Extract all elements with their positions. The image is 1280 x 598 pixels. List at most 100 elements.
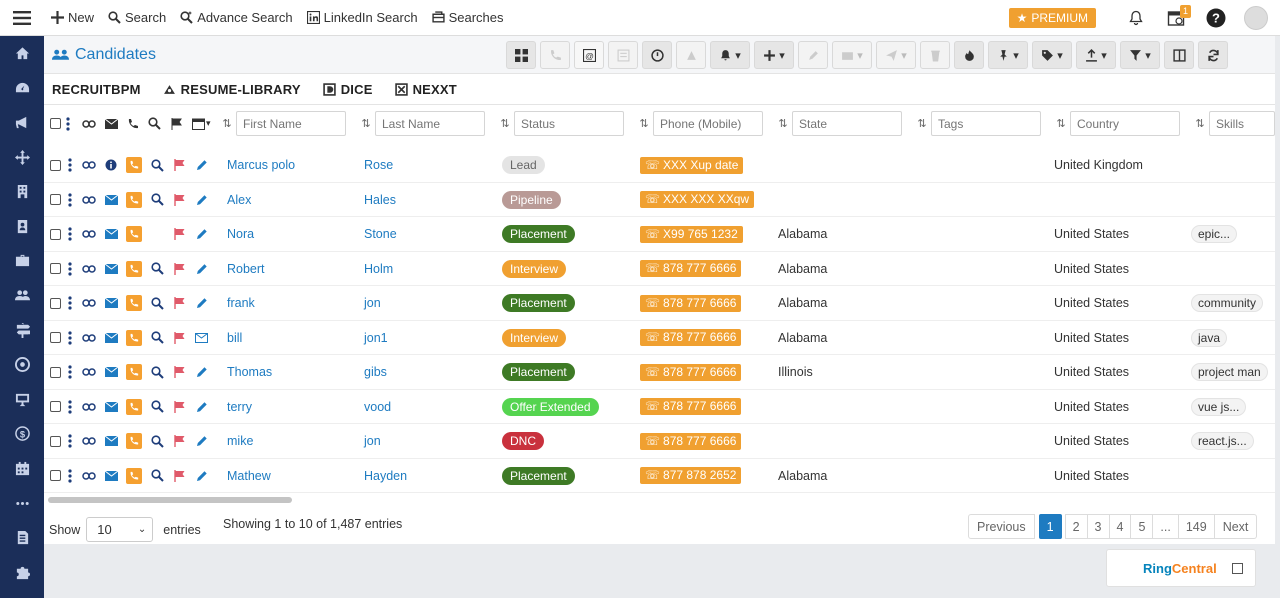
select-all-checkbox[interactable]	[50, 118, 61, 129]
email-icon[interactable]	[105, 390, 118, 425]
skills-filter[interactable]	[1209, 111, 1275, 136]
edit-pencil-icon[interactable]	[196, 183, 208, 218]
page-2[interactable]: 2	[1064, 514, 1088, 539]
flag-icon[interactable]	[174, 217, 186, 252]
phone-icon[interactable]	[126, 459, 142, 494]
row-menu-icon[interactable]	[68, 252, 72, 287]
premium-button[interactable]: ★ PREMIUM	[1008, 8, 1096, 28]
flag-icon[interactable]	[174, 355, 186, 390]
phone-number[interactable]: ☏ 877 878 2652	[640, 467, 742, 485]
last-name-link[interactable]: jon1	[364, 331, 388, 345]
tab-dice[interactable]: DICE	[322, 82, 373, 97]
edit-pencil-icon[interactable]	[196, 424, 208, 459]
building-icon[interactable]	[0, 174, 44, 209]
notifications-bell-icon[interactable]	[1116, 0, 1156, 36]
edit-pencil-icon[interactable]	[196, 390, 208, 425]
phone-icon[interactable]	[126, 148, 142, 183]
target-icon[interactable]	[0, 347, 44, 382]
phone-icon[interactable]	[126, 217, 142, 252]
tab-recruitbpm[interactable]: RECRUITBPM	[52, 82, 141, 97]
first-name-link[interactable]: Marcus polo	[227, 158, 295, 172]
tags-filter[interactable]	[931, 111, 1041, 136]
table-row[interactable]: Thomas gibs Placement ☏ 878 777 6666 Illinois…	[44, 355, 1275, 390]
linked-icon[interactable]	[82, 286, 96, 321]
table-row[interactable]: Marcus polo Rose Lead ☏ XXX Xup date United K…	[44, 148, 1275, 183]
flag-icon[interactable]	[174, 321, 186, 356]
email-icon[interactable]	[105, 459, 118, 494]
linked-icon[interactable]	[82, 355, 96, 390]
row-menu-icon[interactable]	[68, 459, 72, 494]
search-icon[interactable]	[151, 252, 164, 287]
puzzle-icon[interactable]	[0, 555, 44, 590]
calendar-grid-icon[interactable]	[0, 451, 44, 486]
email-at-button[interactable]: @	[574, 41, 604, 69]
presentation-icon[interactable]	[0, 382, 44, 417]
fire-button[interactable]	[954, 41, 984, 69]
add-dropdown-button[interactable]: ▾	[754, 41, 794, 69]
last-name-filter[interactable]	[375, 111, 485, 136]
dashboard-icon[interactable]	[0, 71, 44, 106]
user-avatar[interactable]	[1236, 0, 1276, 36]
columns-button[interactable]	[1164, 41, 1194, 69]
row-checkbox[interactable]	[50, 401, 61, 413]
email-icon[interactable]	[105, 321, 118, 356]
page-1[interactable]: 1	[1038, 514, 1062, 539]
grid-view-button[interactable]	[506, 41, 536, 69]
flag-icon[interactable]	[174, 183, 186, 218]
export-dropdown-button[interactable]: ▾	[1076, 41, 1116, 69]
first-name-link[interactable]: Robert	[227, 262, 265, 276]
sort-icon[interactable]: ⇅	[1054, 117, 1068, 130]
phone-icon[interactable]	[126, 183, 142, 218]
phone-number[interactable]: ☏ XXX Xup date	[640, 156, 744, 174]
clock-button[interactable]	[642, 41, 672, 69]
row-menu-icon[interactable]	[68, 183, 72, 218]
edit-pencil-icon[interactable]	[196, 459, 208, 494]
page-3[interactable]: 3	[1086, 514, 1110, 539]
status-filter[interactable]	[514, 111, 624, 136]
sort-icon[interactable]: ⇅	[637, 117, 651, 130]
linked-icon[interactable]	[82, 390, 96, 425]
minimize-icon[interactable]	[1232, 562, 1243, 574]
phone-number[interactable]: ☏ 878 777 6666	[640, 432, 742, 450]
flag-icon[interactable]	[174, 424, 186, 459]
search-icon[interactable]	[151, 390, 164, 425]
list-button[interactable]	[608, 41, 638, 69]
flag-icon[interactable]	[174, 252, 186, 287]
table-row[interactable]: Nora Stone Placement ☏ X99 765 1232 Alabama Un…	[44, 217, 1275, 252]
linked-icon[interactable]	[82, 459, 96, 494]
phone-header-icon[interactable]	[127, 111, 139, 136]
row-menu-icon[interactable]	[68, 217, 72, 252]
linked-icon[interactable]	[82, 321, 96, 356]
entries-select[interactable]: 10 ⌄	[86, 517, 154, 542]
help-icon[interactable]: ?	[1196, 0, 1236, 36]
row-checkbox[interactable]	[50, 332, 61, 344]
first-name-link[interactable]: Mathew	[227, 469, 271, 483]
last-name-link[interactable]: jon	[364, 296, 381, 310]
flag-icon[interactable]	[174, 459, 186, 494]
edit-pencil-icon[interactable]	[196, 252, 208, 287]
sort-icon[interactable]: ⇅	[915, 117, 929, 130]
sort-icon[interactable]: ⇅	[498, 117, 512, 130]
search-icon[interactable]	[151, 148, 164, 183]
first-name-link[interactable]: bill	[227, 331, 242, 345]
first-name-link[interactable]: Alex	[227, 193, 251, 207]
phone-icon[interactable]	[126, 355, 142, 390]
send-dropdown-button[interactable]: ▾	[876, 41, 916, 69]
first-name-link[interactable]: Thomas	[227, 365, 272, 379]
linked-header-icon[interactable]	[82, 111, 96, 136]
flag-icon[interactable]	[174, 286, 186, 321]
page-previous[interactable]: Previous	[968, 514, 1035, 539]
filter-dropdown-button[interactable]: ▾	[1120, 41, 1160, 69]
table-row[interactable]: frank jon Placement ☏ 878 777 6666 Alabama Uni…	[44, 286, 1275, 321]
email-icon[interactable]	[105, 355, 118, 390]
refresh-button[interactable]	[1198, 41, 1228, 69]
flag-header-icon[interactable]	[171, 111, 183, 136]
search-icon[interactable]	[151, 286, 164, 321]
table-row[interactable]: Alex Hales Pipeline ☏ XXX XXX XXqw	[44, 183, 1275, 218]
last-name-link[interactable]: Stone	[364, 227, 397, 241]
phone-number[interactable]: ☏ 878 777 6666	[640, 398, 742, 416]
flag-icon[interactable]	[174, 148, 186, 183]
sort-icon[interactable]: ⇅	[1193, 117, 1207, 130]
email-icon[interactable]	[105, 252, 118, 287]
row-checkbox[interactable]	[50, 366, 61, 378]
